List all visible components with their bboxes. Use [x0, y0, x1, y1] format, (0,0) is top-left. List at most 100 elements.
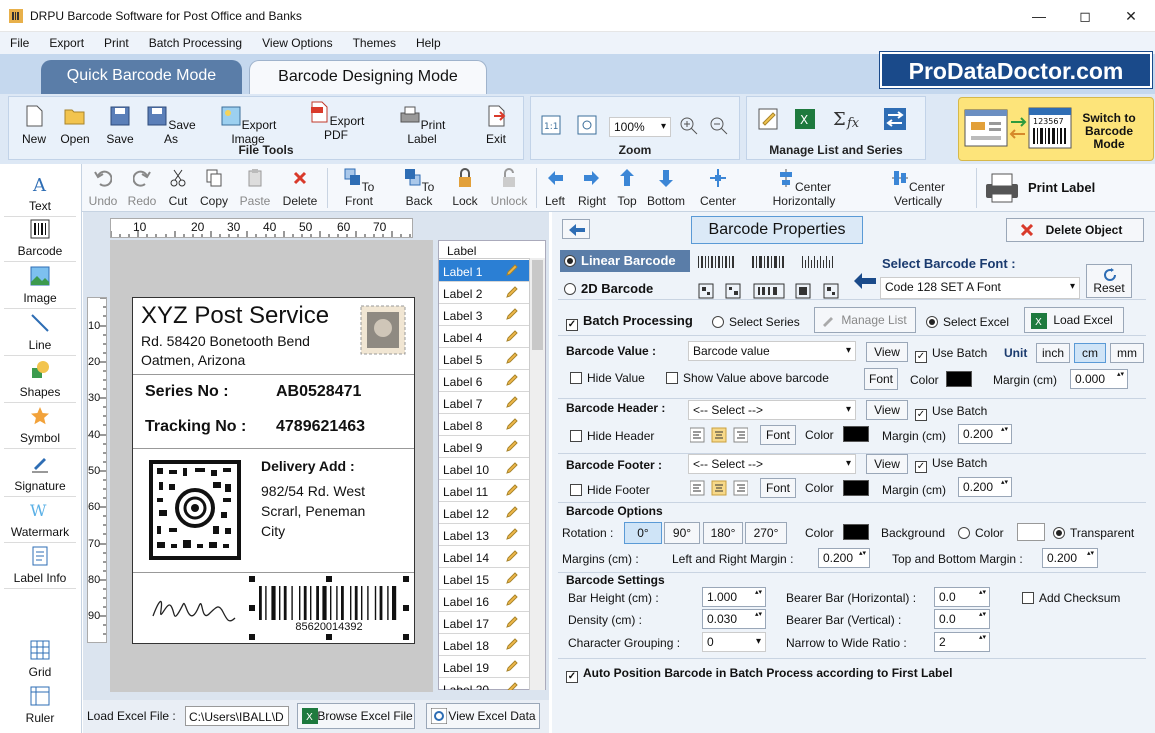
top-bottom-margin-input[interactable]: 0.200 [1042, 548, 1098, 568]
edit-pencil-icon[interactable] [505, 659, 519, 673]
narrow-wide-ratio-input[interactable]: 2 [934, 632, 990, 652]
edit-pencil-icon[interactable] [505, 549, 519, 563]
hide-footer-checkbox[interactable]: Hide Footer [570, 483, 650, 497]
edit-pencil-icon[interactable] [505, 637, 519, 651]
bearer-bar-horizontal-input[interactable]: 0.0 [934, 587, 990, 607]
symbol-tool[interactable]: Symbol [4, 404, 76, 449]
grid-tool[interactable]: Grid [4, 638, 76, 682]
tab-barcode-designing-mode[interactable]: Barcode Designing Mode [249, 60, 487, 94]
header-use-batch-checkbox[interactable]: ✓ Use Batch [915, 404, 987, 421]
label-list-item[interactable]: Label 9 [439, 436, 529, 458]
delete-button[interactable]: Delete [280, 168, 320, 208]
footer-color-swatch[interactable] [843, 480, 869, 496]
edit-pencil-icon[interactable] [505, 571, 519, 585]
center-vertically-button[interactable]: Center Vertically [868, 168, 968, 208]
footer-margin-input[interactable]: 0.200 [958, 477, 1012, 497]
label-list-item[interactable]: Label 3 [439, 304, 529, 326]
tab-quick-barcode-mode[interactable]: Quick Barcode Mode [41, 60, 242, 94]
cut-button[interactable]: Cut [164, 168, 192, 208]
to-back-button[interactable]: To Back [394, 168, 444, 208]
series-no-value[interactable]: AB0528471 [276, 383, 361, 401]
unit-cm-button[interactable]: cm [1074, 343, 1106, 363]
edit-pencil-icon[interactable] [505, 329, 519, 343]
bar-height-input[interactable]: 1.000 [702, 587, 766, 607]
header-font-button[interactable]: Font [760, 425, 796, 445]
copy-button[interactable]: Copy [198, 168, 230, 208]
hide-value-checkbox[interactable]: Hide Value [570, 371, 645, 385]
minimize-button[interactable]: — [1016, 0, 1062, 32]
scrollbar-thumb[interactable] [532, 260, 543, 350]
transparent-radio[interactable]: Transparent [1053, 526, 1134, 540]
label-list-item[interactable]: Label 16 [439, 590, 529, 612]
label-list-item[interactable]: Label 1 [439, 260, 529, 282]
rotation-180-button[interactable]: 180° [703, 522, 743, 544]
align-bottom-button[interactable]: Bottom [644, 168, 688, 208]
label-list-item[interactable]: Label 12 [439, 502, 529, 524]
rotation-270-button[interactable]: 270° [745, 522, 787, 544]
header-color-swatch[interactable] [843, 426, 869, 442]
open-button[interactable]: Open [57, 105, 93, 146]
barcode-value-font-button[interactable]: Font [864, 368, 898, 390]
header-margin-input[interactable]: 0.200 [958, 424, 1012, 444]
background-color-radio[interactable]: Color [958, 526, 1004, 540]
tracking-no-label[interactable]: Tracking No : [145, 418, 246, 436]
fit-to-window-icon[interactable] [577, 115, 597, 135]
signature-image[interactable] [147, 586, 239, 630]
align-left-button[interactable]: Left [542, 168, 568, 208]
label-list-item[interactable]: Label 18 [439, 634, 529, 656]
series-arrows-icon[interactable] [883, 107, 907, 131]
batch-processing-checkbox[interactable]: ✓ Batch Processing [566, 313, 693, 331]
exit-button[interactable]: Exit [481, 105, 511, 146]
center-horizontally-button[interactable]: Center Horizontally [746, 168, 862, 208]
load-excel-button[interactable]: X Load Excel [1024, 307, 1124, 333]
linear-barcode-samples-icon[interactable] [698, 254, 846, 270]
zoom-in-icon[interactable] [679, 116, 699, 136]
excel-icon[interactable]: X [793, 107, 817, 131]
menu-file[interactable]: File [0, 32, 39, 50]
shapes-tool[interactable]: Shapes [4, 358, 76, 403]
print-label-button[interactable]: Print Label [984, 170, 1104, 206]
rotation-90-button[interactable]: 90° [664, 522, 700, 544]
footer-alignment-icons[interactable] [690, 480, 748, 496]
line-tool[interactable]: Line [4, 311, 76, 356]
manage-list-button[interactable]: Manage List [814, 307, 916, 333]
hide-header-checkbox[interactable]: Hide Header [570, 429, 654, 443]
edit-pencil-icon[interactable] [505, 395, 519, 409]
postage-stamp-icon[interactable] [359, 304, 407, 356]
edit-pencil-icon[interactable] [505, 483, 519, 497]
menu-view-options[interactable]: View Options [252, 32, 342, 50]
label-list-item[interactable]: Label 11 [439, 480, 529, 502]
label-list-item[interactable]: Label 4 [439, 326, 529, 348]
view-excel-data-button[interactable]: View Excel Data [426, 703, 540, 729]
unit-mm-button[interactable]: mm [1110, 343, 1144, 363]
footer-font-button[interactable]: Font [760, 478, 796, 498]
unlock-button[interactable]: Unlock [488, 168, 530, 208]
undo-button[interactable]: Undo [88, 168, 118, 208]
text-tool[interactable]: A Text [4, 172, 76, 217]
label-title[interactable]: XYZ Post Service [141, 302, 329, 330]
align-top-button[interactable]: Top [614, 168, 640, 208]
ruler-tool[interactable]: Ruler [4, 684, 76, 728]
label-list-item[interactable]: Label 13 [439, 524, 529, 546]
label-info-tool[interactable]: Label Info [4, 544, 76, 589]
delivery-address-line1[interactable]: 982/54 Rd. West [261, 483, 365, 499]
series-no-label[interactable]: Series No : [145, 383, 229, 401]
zoom-select[interactable]: 100% [609, 117, 671, 137]
label-list-item[interactable]: Label 6 [439, 370, 529, 392]
sigma-fx-icon[interactable]: Σfx [831, 107, 863, 131]
menu-themes[interactable]: Themes [343, 32, 406, 50]
delivery-address-label[interactable]: Delivery Add : [261, 458, 355, 474]
barcode-value-select[interactable]: Barcode value [688, 341, 856, 361]
barcode-footer-select[interactable]: <-- Select --> [688, 454, 856, 474]
rotation-0-button[interactable]: 0° [624, 522, 662, 544]
delivery-address-line2[interactable]: Scrarl, Peneman [261, 503, 365, 519]
label-list-scrollbar[interactable] [529, 258, 545, 690]
close-button[interactable]: ✕ [1108, 0, 1154, 32]
menu-help[interactable]: Help [406, 32, 451, 50]
edit-pencil-icon[interactable] [505, 681, 519, 690]
footer-use-batch-checkbox[interactable]: ✓ Use Batch [915, 456, 987, 473]
watermark-tool[interactable]: W Watermark [4, 498, 76, 543]
barcode-value-margin-input[interactable]: 0.000 [1070, 369, 1128, 389]
export-image-button[interactable]: Export Image [207, 105, 289, 146]
edit-pencil-icon[interactable] [505, 307, 519, 321]
